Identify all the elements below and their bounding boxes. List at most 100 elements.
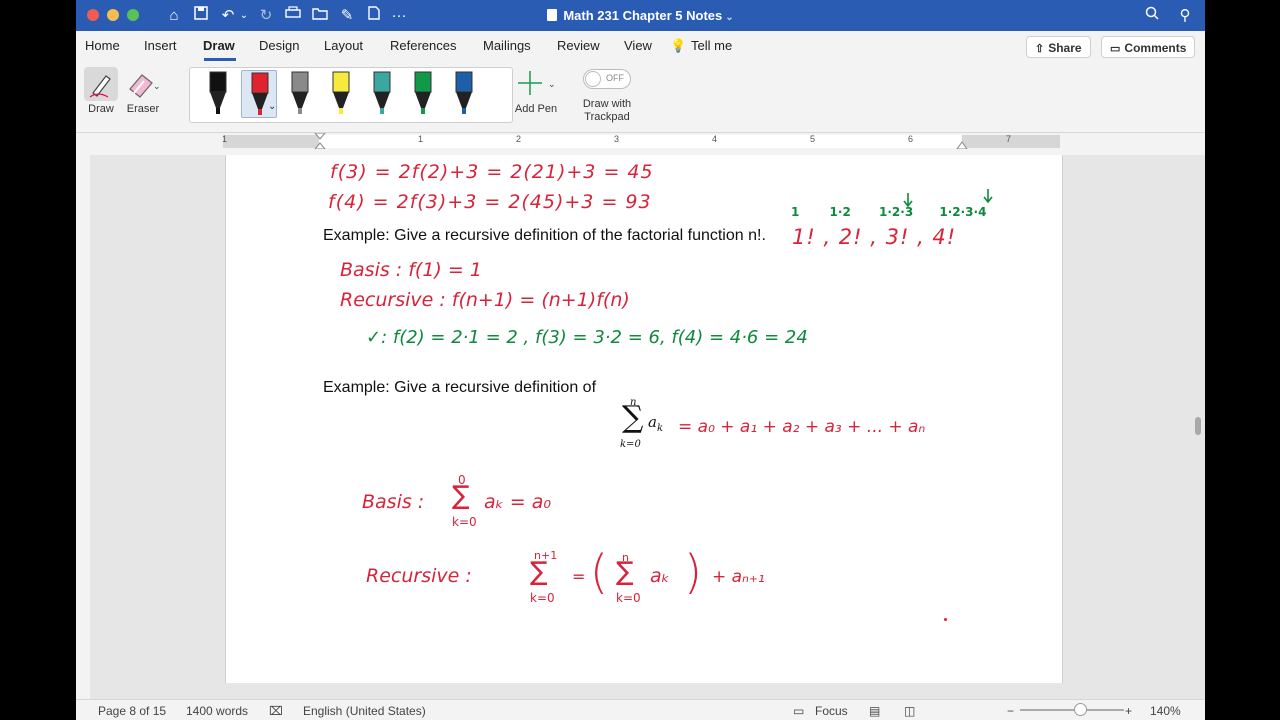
word-doc-icon <box>547 9 558 21</box>
tab-mailings[interactable]: Mailings <box>483 38 531 53</box>
ruler-mark: 7 <box>1006 134 1012 144</box>
vertical-scrollbar-thumb[interactable] <box>1195 417 1201 435</box>
sigma-icon: ∑ <box>530 557 548 587</box>
title-bar: ⌂ ↶ ⌄ ↻ ✎ ··· Math 231 Chapter 5 Notes ⌄ … <box>76 0 1205 31</box>
draw-label: Draw <box>88 103 114 115</box>
chevron-down-icon[interactable]: ⌄ <box>268 101 276 112</box>
example-summation[interactable]: Example: Give a recursive definition of <box>323 379 596 397</box>
inner-term: aₖ <box>650 565 670 587</box>
ink-f4[interactable]: f(4) = 2f(3)+3 = 2(45)+3 = 93 <box>328 191 652 213</box>
draw-with-trackpad-label: Draw with Trackpad <box>582 98 632 123</box>
chevron-down-icon[interactable]: ⌄ <box>725 12 733 23</box>
draw-pen-icon <box>89 75 111 98</box>
tab-review[interactable]: Review <box>557 38 600 53</box>
ink-factorial-bottom[interactable]: 1! , 2! , 3! , 4! <box>792 225 956 249</box>
document-canvas[interactable]: Example: Give a recursive definition of … <box>90 155 1205 699</box>
ink-basis-factorial[interactable]: Basis : f(1) = 1 <box>340 259 482 281</box>
ink-f3[interactable]: f(3) = 2f(2)+3 = 2(21)+3 = 45 <box>330 161 654 183</box>
share-icon: ⇧ <box>1035 43 1045 55</box>
ruler-mark: 1 <box>418 134 424 144</box>
blue-pen-icon[interactable] <box>446 70 482 118</box>
sum-lower: k=0 <box>616 591 641 605</box>
arrow-down-icon <box>903 193 913 207</box>
ruler-mark: 6 <box>908 134 914 144</box>
red-pen-icon[interactable]: ⌄ <box>241 70 277 118</box>
green-pen-icon[interactable] <box>405 70 441 118</box>
comments-button[interactable]: ▭ Comments <box>1101 36 1195 58</box>
sigma-icon: ∑ <box>622 400 644 435</box>
ruler-left-margin <box>223 135 319 148</box>
ink-series-expansion[interactable]: = a₀ + a₁ + a₂ + a₃ + ... + aₙ <box>678 417 925 437</box>
draw-tool-button[interactable] <box>84 67 118 101</box>
basis-rhs: aₖ = a₀ <box>484 491 551 513</box>
sum-lower: k=0 <box>452 515 477 529</box>
pen-gallery: ⌄ <box>189 67 513 123</box>
ruler-mark: 1 <box>222 134 228 144</box>
zoom-level[interactable]: 140% <box>1150 704 1181 718</box>
zoom-slider[interactable] <box>1020 703 1124 716</box>
ink-recursive-sum[interactable]: n+1 ∑ k=0 = ( n ∑ k=0 aₖ ) + aₙ₊₁ <box>526 549 846 609</box>
summation-expression[interactable]: n ∑ k=0 ak <box>620 397 680 453</box>
print-layout-icon[interactable]: ▤ <box>869 704 880 718</box>
eraser-icon: ⌄ <box>129 74 161 98</box>
sum-term: ak <box>648 413 664 434</box>
draw-ribbon: Draw ⌄ Eraser ⌄ ⌄ Add Pen OFF Draw with … <box>76 61 1205 133</box>
tab-draw[interactable]: Draw <box>203 38 235 53</box>
ruler-text-area <box>319 135 962 148</box>
tab-home[interactable]: Home <box>85 38 120 53</box>
toggle-state: OFF <box>606 73 624 83</box>
tab-layout[interactable]: Layout <box>324 38 363 53</box>
tab-insert[interactable]: Insert <box>144 38 177 53</box>
pencil-icon[interactable] <box>282 70 318 118</box>
zoom-slider-knob[interactable] <box>1074 703 1087 716</box>
ink-basis-sum[interactable]: 0 ∑ k=0 aₖ = a₀ <box>448 473 588 533</box>
proofing-icon[interactable]: ⌧ <box>269 704 283 718</box>
black-pen-icon[interactable] <box>200 70 236 118</box>
equals-sign: = <box>572 567 586 586</box>
tell-me-field[interactable]: Tell me <box>691 38 732 53</box>
indent-marker-icon[interactable] <box>314 133 326 149</box>
svg-text:⌄: ⌄ <box>548 79 556 89</box>
toggle-knob <box>585 71 601 87</box>
web-layout-icon[interactable]: ◫ <box>904 704 915 718</box>
plus-icon: ⌄ <box>518 71 556 95</box>
add-pen-button[interactable]: ⌄ <box>516 69 556 99</box>
right-indent-marker-icon[interactable] <box>956 139 968 149</box>
vertical-ruler <box>76 155 90 699</box>
tab-references[interactable]: References <box>390 38 456 53</box>
sigma-icon: ∑ <box>616 557 634 587</box>
word-window: ⌂ ↶ ⌄ ↻ ✎ ··· Math 231 Chapter 5 Notes ⌄ … <box>76 0 1205 720</box>
draw-with-trackpad-toggle[interactable]: OFF <box>583 69 631 89</box>
ink-recursive-factorial[interactable]: Recursive : f(n+1) = (n+1)f(n) <box>340 289 630 311</box>
document-title: Math 231 Chapter 5 Notes ⌄ <box>76 8 1205 23</box>
svg-text:⌄: ⌄ <box>153 81 160 91</box>
highlighter-icon[interactable] <box>323 70 359 118</box>
galaxy-pen-icon[interactable] <box>364 70 400 118</box>
share-button[interactable]: ⇧ Share <box>1026 36 1091 58</box>
ink-check-values[interactable]: ✓: f(2) = 2·1 = 2 , f(3) = 3·2 = 6, f(4)… <box>366 327 808 348</box>
add-pen-label: Add Pen <box>514 103 558 115</box>
zoom-in-icon[interactable]: + <box>1125 704 1132 718</box>
focus-icon: ▭ <box>793 704 805 718</box>
page-count[interactable]: Page 8 of 15 <box>98 704 166 718</box>
ink-basis-sum-label[interactable]: Basis : <box>362 491 424 513</box>
document-page[interactable]: Example: Give a recursive definition of … <box>225 155 1063 683</box>
word-count[interactable]: 1400 words <box>186 704 248 718</box>
horizontal-ruler: 1 1 2 3 4 5 6 7 <box>76 133 1205 155</box>
ink-recursive-sum-label[interactable]: Recursive : <box>366 565 472 587</box>
sigma-icon: ∑ <box>452 481 470 511</box>
zoom-out-icon[interactable]: − <box>1007 704 1014 718</box>
account-icon[interactable]: ⚲ <box>1175 6 1195 26</box>
search-icon[interactable] <box>1142 6 1162 26</box>
ink-factorial-top[interactable]: 1 1·2 1·2·3 1·2·3·4 <box>791 205 986 219</box>
ruler-mark: 4 <box>712 134 718 144</box>
focus-button[interactable]: Focus <box>815 704 848 718</box>
eraser-label: Eraser <box>126 103 160 115</box>
example-factorial[interactable]: Example: Give a recursive definition of … <box>323 227 766 245</box>
language[interactable]: English (United States) <box>303 704 426 718</box>
arrow-down-icon <box>983 189 993 203</box>
ruler-mark: 5 <box>810 134 816 144</box>
tab-view[interactable]: View <box>624 38 652 53</box>
tab-design[interactable]: Design <box>259 38 299 53</box>
eraser-button[interactable]: ⌄ <box>124 67 161 101</box>
